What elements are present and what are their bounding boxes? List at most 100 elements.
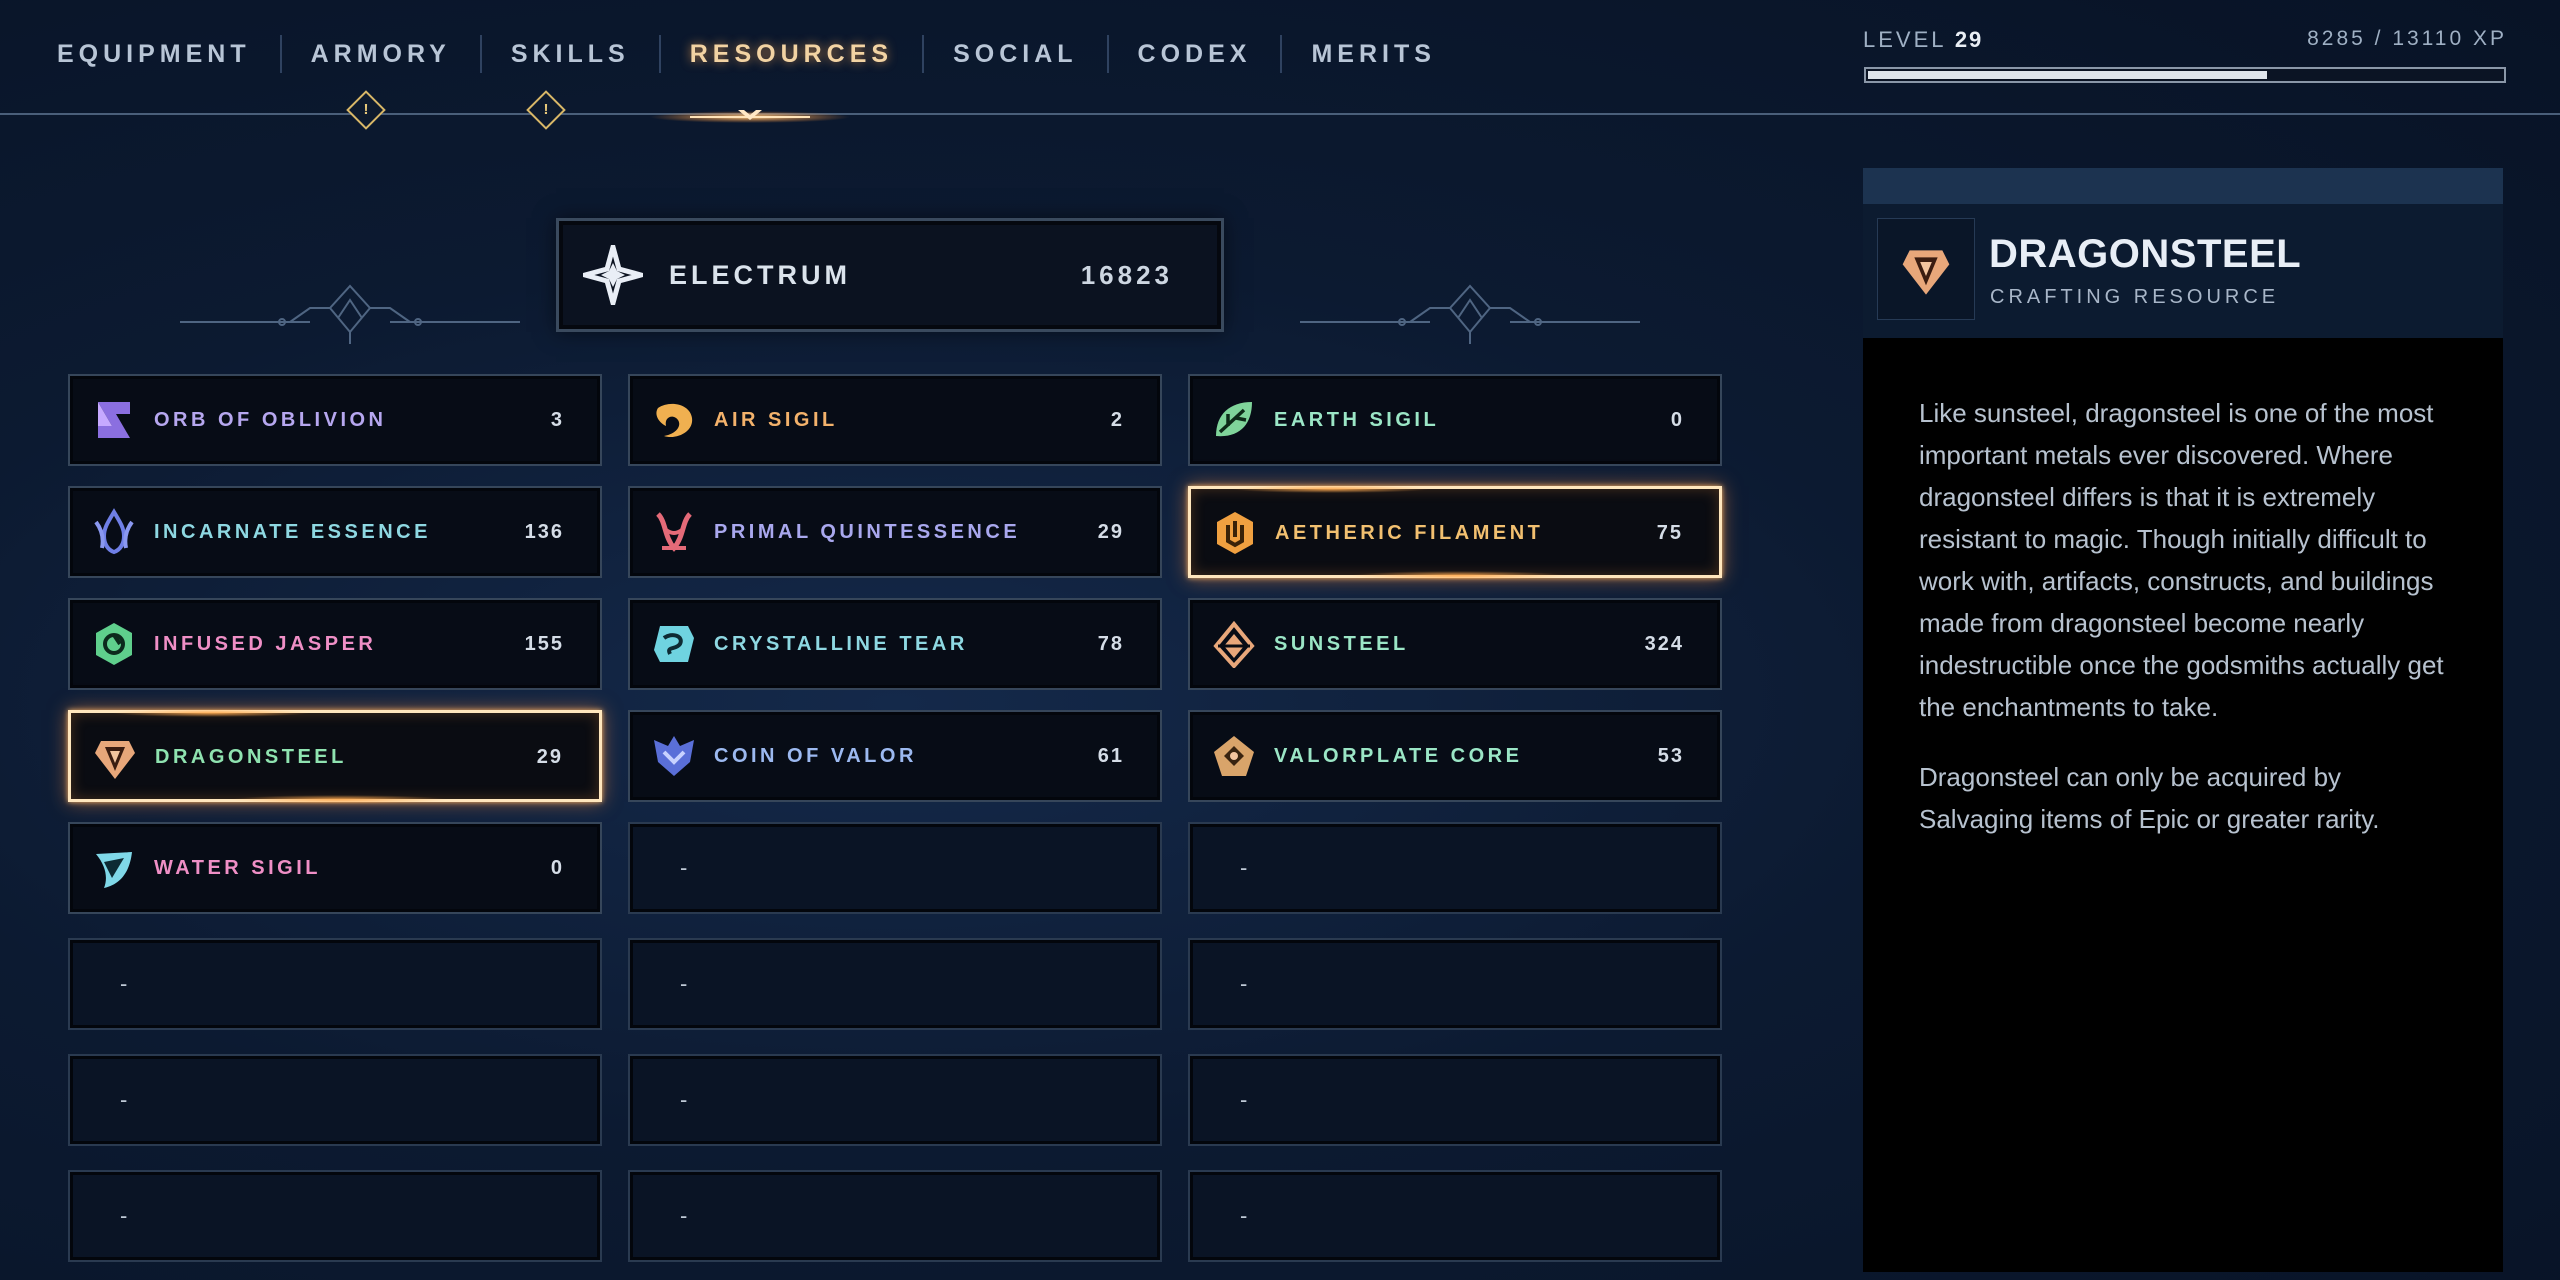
empty-slot-dash: - [120, 1203, 128, 1228]
description-paragraph: Dragonsteel can only be acquired by Salv… [1919, 762, 2380, 834]
tab-merits[interactable]: MERITS [1282, 40, 1464, 69]
resource-count: 75 [1656, 522, 1683, 544]
xp-readout: 8285 / 13110 XP [2307, 27, 2507, 50]
empty-resource-slot[interactable]: - [628, 1170, 1162, 1262]
empty-slot-dash: - [1240, 1087, 1248, 1112]
empty-resource-slot[interactable]: - [1188, 1170, 1722, 1262]
alert-mark: ! [363, 101, 369, 118]
description-paragraph: Like sunsteel, dragonsteel is one of the… [1919, 398, 2444, 722]
valorplate-core-icon [1214, 736, 1254, 776]
empty-slot-dash: - [120, 1087, 128, 1112]
resource-count: 136 [524, 521, 564, 543]
empty-resource-slot[interactable]: - [1188, 938, 1722, 1030]
armory-alert-icon: ! [346, 90, 386, 130]
right-ornament-icon [1300, 284, 1640, 344]
top-nav-bar: EQUIPMENT ARMORY SKILLS RESOURCES SOCIAL… [0, 0, 2560, 130]
dragonsteel-icon [95, 741, 135, 779]
infused-jasper-icon [96, 623, 132, 665]
left-ornament-icon [180, 284, 520, 344]
coin-of-valor-icon [654, 736, 694, 776]
dragonsteel-icon [1902, 250, 1950, 295]
currency-value: 16823 [1080, 260, 1173, 290]
resource-name: COIN OF VALOR [714, 745, 917, 767]
empty-slot-dash: - [1240, 971, 1248, 996]
crystalline-tear-icon [654, 626, 694, 662]
resource-count: 0 [1670, 409, 1684, 431]
empty-resource-slot[interactable]: - [68, 938, 602, 1030]
resource-slot-orb-of-oblivion[interactable]: ORB OF OBLIVION 3 [68, 374, 602, 466]
skills-alert-icon: ! [526, 90, 566, 130]
xp-progress-fill [1868, 71, 2268, 79]
tab-codex[interactable]: CODEX [1109, 40, 1281, 69]
detail-title: DRAGONSTEEL [1989, 232, 2302, 276]
empty-resource-slot[interactable]: - [1188, 822, 1722, 914]
orb-of-oblivion-icon [98, 402, 130, 438]
resource-name: ORB OF OBLIVION [154, 409, 387, 431]
main-tabs: EQUIPMENT ARMORY SKILLS RESOURCES SOCIAL… [28, 30, 1465, 78]
resource-name: AETHERIC FILAMENT [1275, 522, 1544, 544]
resource-count: 53 [1657, 745, 1684, 767]
currency-name: ELECTRUM [669, 260, 851, 290]
resource-name: VALORPLATE CORE [1274, 745, 1523, 767]
empty-resource-slot[interactable]: - [628, 1054, 1162, 1146]
resource-slot-coin-of-valor[interactable]: COIN OF VALOR 61 [628, 710, 1162, 802]
tab-equipment[interactable]: EQUIPMENT [28, 40, 280, 69]
empty-slot-dash: - [680, 855, 688, 880]
electrum-star-icon [583, 245, 643, 305]
empty-resource-slot[interactable]: - [628, 822, 1162, 914]
electrum-currency-panel: ELECTRUM 16823 [556, 218, 1224, 332]
water-sigil-icon [96, 852, 132, 888]
tab-social[interactable]: SOCIAL [924, 40, 1106, 69]
resource-name: PRIMAL QUINTESSENCE [714, 521, 1021, 543]
tab-armory[interactable]: ARMORY [282, 40, 480, 69]
xp-progress-bar [1864, 67, 2506, 83]
empty-slot-dash: - [680, 1203, 688, 1228]
resource-slot-air-sigil[interactable]: AIR SIGIL 2 [628, 374, 1162, 466]
level-value: 29 [1954, 27, 1984, 52]
empty-resource-slot[interactable]: - [1188, 1054, 1722, 1146]
resource-slot-infused-jasper[interactable]: INFUSED JASPER 155 [68, 598, 602, 690]
detail-icon-frame [1877, 218, 1975, 320]
resource-name: INCARNATE ESSENCE [154, 521, 431, 543]
resource-slot-valorplate-core[interactable]: VALORPLATE CORE 53 [1188, 710, 1722, 802]
resource-name: SUNSTEEL [1274, 633, 1409, 655]
resource-slot-sunsteel[interactable]: SUNSTEEL 324 [1188, 598, 1722, 690]
detail-subtitle: CRAFTING RESOURCE [1990, 286, 2280, 308]
primal-quintessence-icon [656, 512, 692, 552]
detail-panel-topbar [1863, 168, 2503, 204]
resource-count: 61 [1097, 745, 1124, 767]
tab-resources[interactable]: RESOURCES [661, 40, 922, 69]
resource-slot-crystalline-tear[interactable]: CRYSTALLINE TEAR 78 [628, 598, 1162, 690]
level-label: LEVEL [1863, 27, 1946, 52]
empty-slot-dash: - [120, 971, 128, 996]
resource-name: CRYSTALLINE TEAR [714, 633, 968, 655]
resource-name: AIR SIGIL [714, 409, 838, 431]
resource-count: 2 [1110, 409, 1124, 431]
resource-slot-primal-quintessence[interactable]: PRIMAL QUINTESSENCE 29 [628, 486, 1162, 578]
detail-description: Like sunsteel, dragonsteel is one of the… [1919, 392, 2459, 868]
air-sigil-icon [656, 403, 693, 438]
tab-skills[interactable]: SKILLS [482, 40, 659, 69]
active-tab-indicator-icon [650, 110, 850, 123]
resource-slot-water-sigil[interactable]: WATER SIGIL 0 [68, 822, 602, 914]
resource-slot-incarnate-essence[interactable]: INCARNATE ESSENCE 136 [68, 486, 602, 578]
resource-grid: ORB OF OBLIVION 3 INCARNATE ESSENCE 136 … [68, 374, 1724, 1262]
resource-name: DRAGONSTEEL [155, 746, 347, 768]
resource-count: 29 [1097, 521, 1124, 543]
resource-slot-earth-sigil[interactable]: EARTH SIGIL 0 [1188, 374, 1722, 466]
resource-count: 3 [550, 409, 564, 431]
resource-name: INFUSED JASPER [154, 633, 377, 655]
resource-detail-panel: DRAGONSTEEL CRAFTING RESOURCE Like sunst… [1863, 168, 2503, 1272]
empty-slot-dash: - [1240, 1203, 1248, 1228]
resource-name: EARTH SIGIL [1274, 409, 1440, 431]
resource-slot-aetheric-filament[interactable]: AETHERIC FILAMENT 75 [1188, 485, 1722, 580]
sunsteel-icon [1213, 620, 1255, 668]
empty-resource-slot[interactable]: - [68, 1170, 602, 1262]
empty-resource-slot[interactable]: - [68, 1054, 602, 1146]
resource-slot-dragonsteel[interactable]: DRAGONSTEEL 29 [68, 709, 602, 804]
resource-count: 78 [1097, 633, 1124, 655]
aetheric-filament-icon [1217, 512, 1253, 554]
empty-slot-dash: - [680, 1087, 688, 1112]
empty-resource-slot[interactable]: - [628, 938, 1162, 1030]
resource-count: 324 [1644, 633, 1684, 655]
